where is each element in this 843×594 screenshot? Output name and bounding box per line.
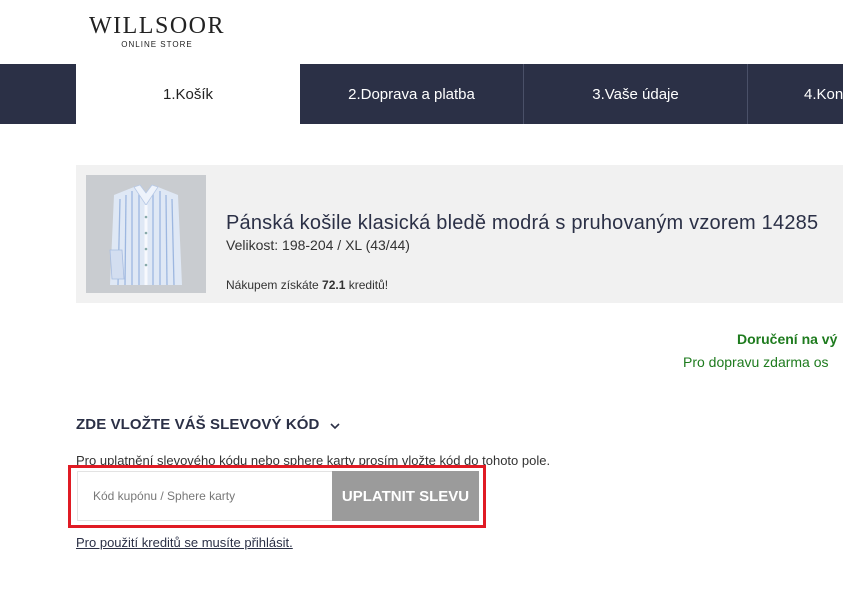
step-your-details[interactable]: 3.Vaše údaje <box>524 64 748 124</box>
step-shipping-payment[interactable]: 2.Doprava a platba <box>300 64 524 124</box>
step-cart[interactable]: 1.Košík <box>76 64 300 124</box>
delivery-subtitle: Pro dopravu zdarma os <box>683 354 829 370</box>
credits-prefix: Nákupem získáte <box>226 278 323 292</box>
cart-page: WILLSOOR ONLINE STORE 1.Košík 2.Doprava … <box>0 0 843 594</box>
product-size: Velikost: 198-204 / XL (43/44) <box>226 237 410 253</box>
credits-suffix: kreditů! <box>345 278 389 292</box>
delivery-title: Doručení na vý <box>737 331 838 347</box>
credits-value: 72.1 <box>322 278 346 292</box>
chevron-down-icon <box>329 419 341 431</box>
coupon-title: ZDE VLOŽTE VÁŠ SLEVOVÝ KÓD <box>76 416 320 433</box>
login-for-credits-link[interactable]: Pro použití kreditů se musíte přihlásit. <box>76 535 293 550</box>
product-credits: Nákupem získáte 72.1 kreditů! <box>226 278 388 292</box>
cart-item: Pánská košile klasická bledě modrá s pru… <box>76 165 843 303</box>
coupon-toggle[interactable]: ZDE VLOŽTE VÁŠ SLEVOVÝ KÓD <box>76 416 341 433</box>
step-confirmation[interactable]: 4.Kon <box>748 64 843 124</box>
product-name[interactable]: Pánská košile klasická bledě modrá s pru… <box>226 212 818 235</box>
logo-subtitle: ONLINE STORE <box>121 40 193 49</box>
highlight-frame <box>68 465 486 528</box>
logo-title: WILLSOOR <box>89 13 225 39</box>
logo[interactable]: WILLSOOR ONLINE STORE <box>76 14 238 49</box>
checkout-steps: 1.Košík 2.Doprava a platba 3.Vaše údaje … <box>0 64 843 124</box>
shirt-image[interactable] <box>86 175 206 293</box>
